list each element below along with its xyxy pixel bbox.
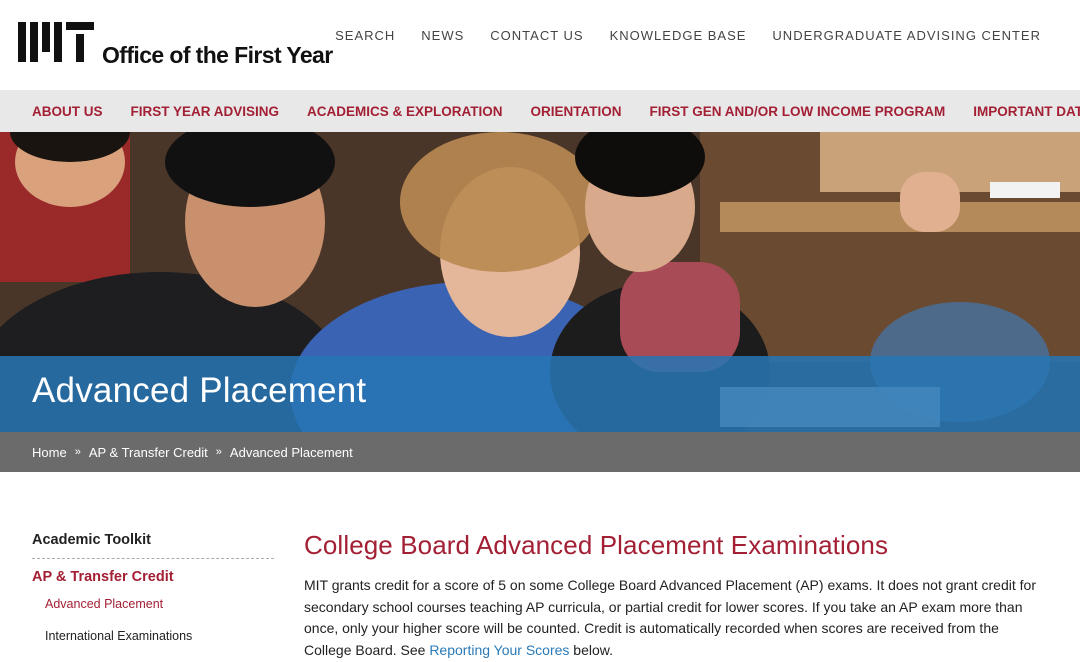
breadcrumb-ap-transfer-credit[interactable]: AP & Transfer Credit bbox=[89, 445, 208, 460]
breadcrumb-separator: » bbox=[215, 446, 222, 458]
hero-banner: Advanced Placement bbox=[0, 132, 1080, 432]
sidebar-item-advanced-placement[interactable]: Advanced Placement bbox=[45, 597, 274, 611]
util-link-advising-center[interactable]: UNDERGRADUATE ADVISING CENTER bbox=[772, 28, 1041, 43]
sidebar-item-international-examinations[interactable]: International Examinations bbox=[45, 629, 274, 643]
breadcrumb: Home » AP & Transfer Credit » Advanced P… bbox=[0, 432, 1080, 472]
mit-logo-icon bbox=[18, 22, 94, 62]
nav-orientation[interactable]: ORIENTATION bbox=[517, 104, 636, 119]
site-title: Office of the First Year bbox=[102, 42, 333, 68]
content-paragraph: MIT grants credit for a score of 5 on so… bbox=[304, 575, 1044, 661]
utility-nav: SEARCH NEWS CONTACT US KNOWLEDGE BASE UN… bbox=[335, 28, 1041, 43]
nav-about-us[interactable]: ABOUT US bbox=[18, 104, 117, 119]
reporting-scores-link[interactable]: Reporting Your Scores bbox=[429, 642, 569, 658]
paragraph-end: below. bbox=[569, 641, 613, 658]
breadcrumb-current: Advanced Placement bbox=[229, 444, 353, 460]
breadcrumb-separator: » bbox=[74, 446, 81, 458]
util-link-search[interactable]: SEARCH bbox=[335, 28, 395, 43]
util-link-contact-us[interactable]: CONTACT US bbox=[490, 28, 583, 43]
paragraph-text: MIT grants credit for a score of 5 on so… bbox=[304, 577, 1036, 658]
nav-academics-exploration[interactable]: ACADEMICS & EXPLORATION bbox=[293, 104, 517, 119]
util-link-news[interactable]: NEWS bbox=[421, 28, 464, 43]
util-link-knowledge-base[interactable]: KNOWLEDGE BASE bbox=[610, 28, 747, 43]
page-hero-title: Advanced Placement bbox=[32, 371, 367, 410]
main-nav: ABOUT US FIRST YEAR ADVISING ACADEMICS &… bbox=[0, 90, 1080, 132]
sidebar-section-ap-transfer-credit[interactable]: AP & Transfer Credit bbox=[32, 569, 274, 585]
sidebar-heading[interactable]: Academic Toolkit bbox=[32, 532, 274, 559]
main-content: College Board Advanced Placement Examina… bbox=[304, 530, 1044, 661]
content-title: College Board Advanced Placement Examina… bbox=[304, 530, 889, 560]
breadcrumb-home[interactable]: Home bbox=[32, 445, 67, 460]
mit-logo[interactable]: Office of the First Year bbox=[18, 22, 333, 68]
nav-first-year-advising[interactable]: FIRST YEAR ADVISING bbox=[117, 104, 294, 119]
site-header: Office of the First Year SEARCH NEWS CON… bbox=[0, 0, 1080, 90]
sidebar: Academic Toolkit AP & Transfer Credit Ad… bbox=[32, 532, 274, 643]
nav-important-dates[interactable]: IMPORTANT DATES bbox=[959, 104, 1080, 119]
nav-first-gen-program[interactable]: FIRST GEN AND/OR LOW INCOME PROGRAM bbox=[636, 104, 960, 119]
